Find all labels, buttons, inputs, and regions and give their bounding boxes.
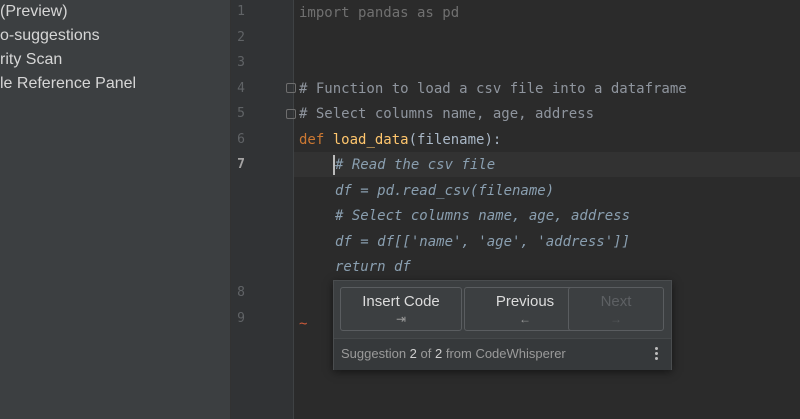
text-caret — [333, 155, 335, 175]
insert-code-button[interactable]: Insert Code ⇥ — [340, 287, 462, 331]
line-number-gutter[interactable]: 1 2 3 4 5 6 7 8 9 — [231, 0, 294, 419]
ghost-suggestion-line: df = df[['name', 'age', 'address']] — [335, 234, 631, 250]
ghost-suggestion-line: # Read the csv file — [335, 157, 496, 173]
code-line-5: # Select columns name, age, address — [299, 106, 595, 122]
fold-marker-icon[interactable] — [286, 109, 296, 119]
code-line-1: import pandas as pd — [299, 5, 460, 21]
sidebar-item-auto-suggestions[interactable]: o-suggestions — [0, 24, 100, 48]
sidebar-item-code-reference-panel[interactable]: le Reference Panel — [0, 72, 136, 96]
insert-code-label: Insert Code — [362, 293, 440, 310]
suggestion-counter: Suggestion 2 of 2 from CodeWhisperer — [341, 339, 566, 369]
function-name: load_data — [332, 132, 409, 148]
end-marker: ~ — [299, 316, 308, 332]
code-line-6: def load_data(filename): — [299, 129, 501, 151]
ghost-suggestion-line: # Select columns name, age, address — [335, 208, 631, 224]
fold-marker-icon[interactable] — [286, 83, 296, 93]
line-number: 9 — [237, 311, 245, 326]
sidebar-item-security-scan[interactable]: rity Scan — [0, 48, 62, 72]
tab-key-icon: ⇥ — [395, 312, 407, 326]
parameter-name: filename — [417, 132, 485, 148]
line-number-current: 7 — [237, 157, 245, 172]
code-line-4: # Function to load a csv file into a dat… — [299, 81, 687, 97]
sidebar-item-label: le Reference Panel — [0, 75, 137, 92]
line-number: 3 — [237, 55, 245, 70]
line-number: 5 — [237, 106, 245, 121]
paren-open: ( — [408, 132, 418, 148]
suggestion-footer: Suggestion 2 of 2 from CodeWhisperer — [334, 338, 671, 370]
line-number: 6 — [237, 132, 245, 147]
sidebar-item-preview[interactable]: (Preview) — [0, 0, 68, 24]
paren-close: ): — [484, 132, 502, 148]
suggestion-of: of — [416, 346, 435, 361]
suggestion-current: 2 — [409, 346, 417, 361]
line-number: 4 — [237, 81, 245, 96]
line-number: 1 — [237, 4, 245, 19]
sidebar-item-label: o-suggestions — [0, 27, 100, 44]
sidebar-item-label: rity Scan — [0, 51, 63, 68]
arrow-left-icon: ← — [519, 312, 531, 326]
next-label: Next — [600, 293, 632, 310]
tool-sidebar: (Preview) o-suggestions rity Scan le Ref… — [0, 0, 231, 419]
ghost-suggestion-line: df = pd.read_csv(filename) — [335, 183, 555, 199]
codewhisperer-suggestion-popup: Insert Code ⇥ Previous ← Next → Suggesti… — [333, 280, 672, 370]
next-suggestion-button[interactable]: Next → — [568, 287, 664, 331]
suggestion-source: from CodeWhisperer — [442, 346, 566, 361]
ghost-suggestion-line: return df — [335, 259, 411, 275]
line-number: 8 — [237, 285, 245, 300]
sidebar-item-label: (Preview) — [0, 3, 68, 20]
arrow-right-icon: → — [610, 312, 622, 326]
line-number: 2 — [237, 30, 245, 45]
more-vertical-icon[interactable] — [653, 347, 659, 363]
previous-label: Previous — [495, 293, 555, 310]
suggestion-prefix: Suggestion — [341, 346, 410, 361]
keyword-def: def — [299, 132, 325, 148]
